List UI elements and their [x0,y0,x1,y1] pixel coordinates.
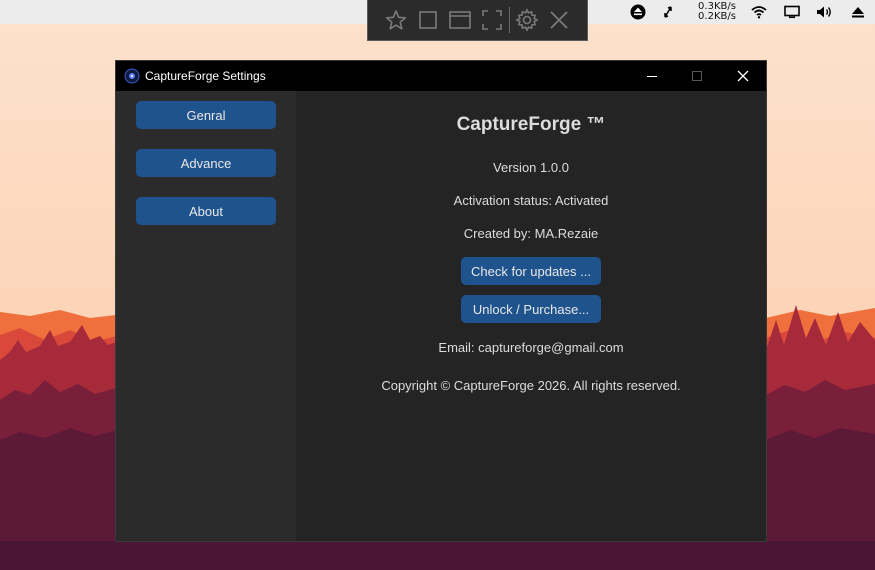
display-icon[interactable] [782,0,802,24]
sidebar-item-advance[interactable]: Advance [136,149,276,177]
gear-icon[interactable] [514,7,540,33]
volume-icon[interactable] [814,0,836,24]
maximize-icon[interactable] [674,61,720,91]
activation-status: Activation status: Activated [453,193,609,208]
fullscreen-icon[interactable] [479,7,505,33]
eject-circle-icon[interactable] [628,0,648,24]
close-icon[interactable] [546,7,572,33]
unlock-purchase-button[interactable]: Unlock / Purchase... [461,295,601,323]
square-icon[interactable] [415,7,441,33]
author-text: Created by: MA.Rezaie [463,226,599,241]
app-logo-icon [124,68,140,84]
close-icon[interactable] [720,61,766,91]
wifi-icon[interactable] [749,0,769,24]
copyright-text: Copyright © CaptureForge 2026. All right… [381,378,681,393]
version-text: Version 1.0.0 [493,160,569,175]
app-name-heading: CaptureForge ™ [456,114,606,135]
about-panel: CaptureForge ™ Version 1.0.0 Activation … [296,91,766,541]
window-icon[interactable] [447,7,473,33]
star-icon[interactable] [383,7,409,33]
sidebar-item-about[interactable]: About [136,197,276,225]
settings-window: CaptureForge Settings Genral Advance Abo… [116,61,766,541]
settings-sidebar: Genral Advance About [116,91,296,541]
title-bar[interactable]: CaptureForge Settings [116,61,766,91]
minimize-icon[interactable] [629,61,675,91]
contact-email: Email: captureforge@gmail.com [438,340,624,355]
sync-icon[interactable] [658,0,678,24]
network-speed: 0.3KB/s 0.2KB/s [688,2,746,22]
eject-icon[interactable] [848,0,868,24]
toolbar-divider [509,7,510,33]
window-title: CaptureForge Settings [145,69,266,83]
net-down-speed: 0.2KB/s [698,11,736,22]
capture-toolbar [367,0,588,41]
sidebar-item-general[interactable]: Genral [136,101,276,129]
check-updates-button[interactable]: Check for updates ... [461,257,601,285]
